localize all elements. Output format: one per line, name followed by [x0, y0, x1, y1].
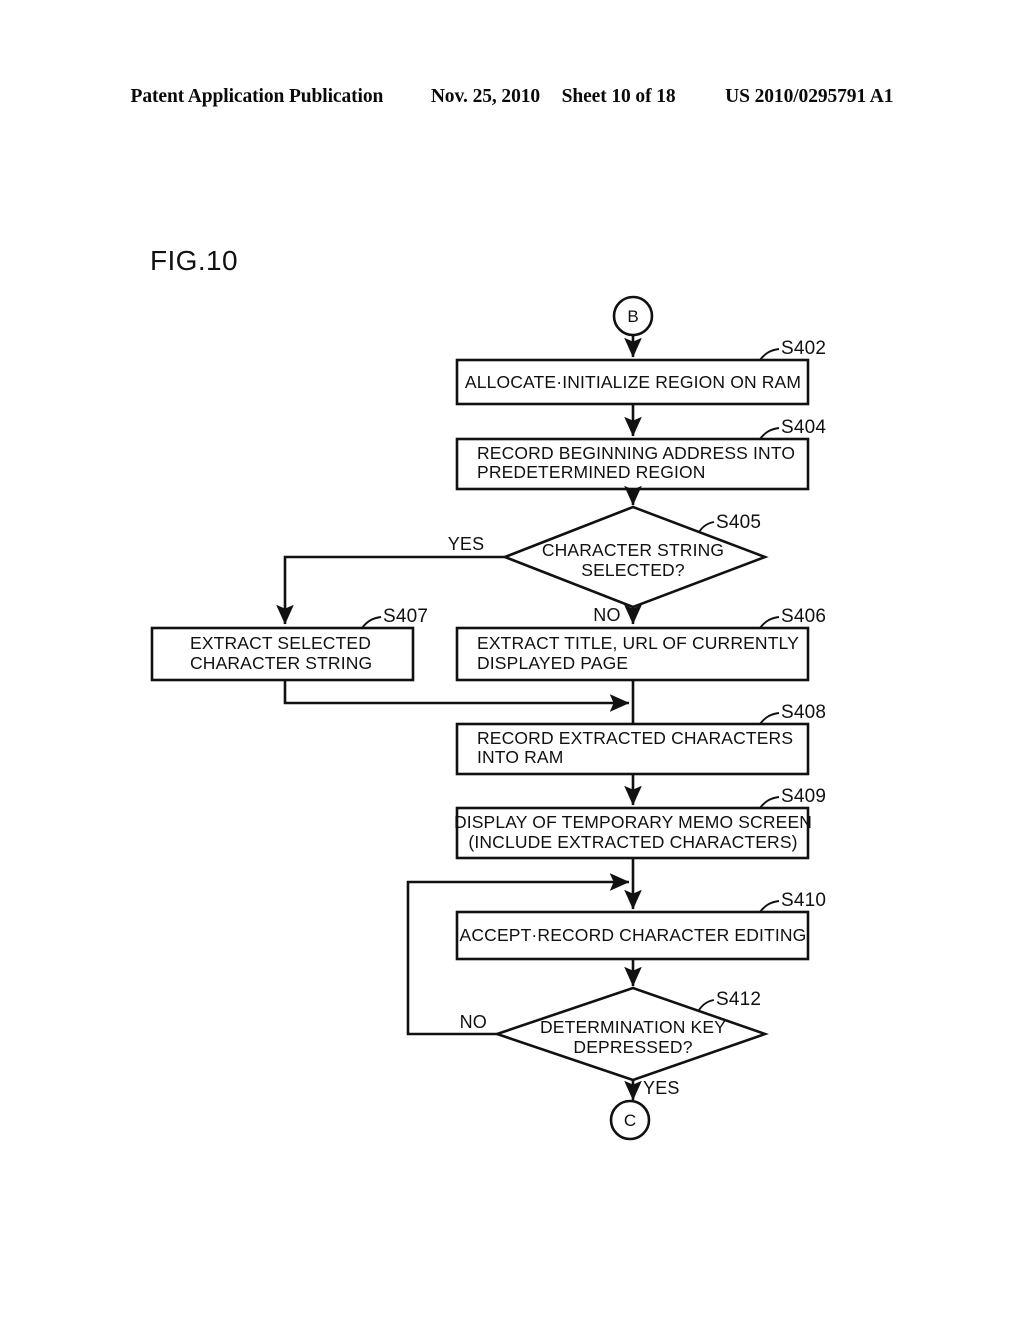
connector-b: B	[612, 295, 654, 337]
node-s410: ACCEPT·RECORD CHARACTER EDITING S410	[455, 890, 826, 961]
leader-s409	[759, 796, 780, 809]
leader-s407	[361, 616, 382, 629]
node-s408-line-2: INTO RAM	[477, 747, 563, 767]
node-s405-line-1: CHARACTER STRING	[542, 540, 724, 560]
node-s402: ALLOCATE·INITIALIZE REGION ON RAM S402	[455, 338, 826, 406]
node-s407: EXTRACT SELECTED CHARACTER STRING S407	[150, 606, 428, 682]
node-s410-line-1: ACCEPT·RECORD CHARACTER EDITING	[460, 925, 807, 945]
leader-s404	[759, 427, 780, 440]
node-s404-line-2: PREDETERMINED REGION	[477, 462, 706, 482]
edge-s407-to-spine	[283, 680, 630, 712]
node-s407-line-2: CHARACTER STRING	[190, 653, 372, 673]
leader-s406	[759, 616, 780, 629]
step-label-s408: S408	[781, 702, 826, 723]
step-label-s409: S409	[781, 786, 826, 807]
node-s405: CHARACTER STRING SELECTED? S405	[501, 505, 769, 609]
patent-drawing-page: Patent Application Publication Nov. 25, …	[0, 0, 1024, 1320]
node-s407-line-1: EXTRACT SELECTED	[190, 633, 371, 653]
node-s408: RECORD EXTRACTED CHARACTERS INTO RAM S40…	[455, 702, 826, 776]
node-s404: RECORD BEGINNING ADDRESS INTO PREDETERMI…	[455, 417, 826, 491]
branch-label-s412-no: NO	[460, 1012, 487, 1032]
branch-label-s405-no: NO	[593, 605, 620, 625]
leader-s412	[698, 999, 715, 1011]
branch-label-s405-yes: YES	[448, 534, 485, 554]
step-label-s410: S410	[781, 890, 826, 911]
step-label-s402: S402	[781, 338, 826, 359]
node-s405-line-2: SELECTED?	[581, 560, 685, 580]
node-s406-line-1: EXTRACT TITLE, URL OF CURRENTLY	[477, 633, 799, 653]
node-s402-line-1: ALLOCATE·INITIALIZE REGION ON RAM	[465, 372, 801, 392]
leader-s408	[759, 712, 780, 725]
step-label-s404: S404	[781, 417, 826, 438]
flowchart-canvas: B ALLOCATE·INITIALIZE REGION ON RAM S402…	[150, 295, 826, 1141]
node-s412: DETERMINATION KEY DEPRESSED? S412	[492, 986, 769, 1082]
step-label-s407: S407	[383, 606, 428, 627]
node-s408-line-1: RECORD EXTRACTED CHARACTERS	[477, 728, 793, 748]
node-s412-line-2: DEPRESSED?	[573, 1037, 692, 1057]
step-label-s412: S412	[716, 989, 761, 1010]
connector-c: C	[609, 1099, 651, 1141]
node-s406-line-2: DISPLAYED PAGE	[477, 653, 628, 673]
node-s412-line-1: DETERMINATION KEY	[540, 1017, 726, 1037]
node-s406: EXTRACT TITLE, URL OF CURRENTLY DISPLAYE…	[455, 606, 826, 682]
node-s404-line-1: RECORD BEGINNING ADDRESS INTO	[477, 443, 795, 463]
step-label-s405: S405	[716, 512, 761, 533]
step-label-s406: S406	[781, 606, 826, 627]
node-s409-line-1: DISPLAY OF TEMPORARY MEMO SCREEN	[454, 812, 812, 832]
node-s409: DISPLAY OF TEMPORARY MEMO SCREEN (INCLUD…	[454, 786, 826, 860]
node-s409-line-2: (INCLUDE EXTRACTED CHARACTERS)	[468, 832, 797, 852]
leader-s402	[759, 348, 780, 361]
connector-c-label: C	[624, 1111, 636, 1130]
connector-b-label: B	[627, 307, 638, 326]
leader-s410	[759, 900, 780, 913]
branch-label-s412-yes: YES	[643, 1078, 680, 1098]
leader-s405	[698, 521, 715, 533]
